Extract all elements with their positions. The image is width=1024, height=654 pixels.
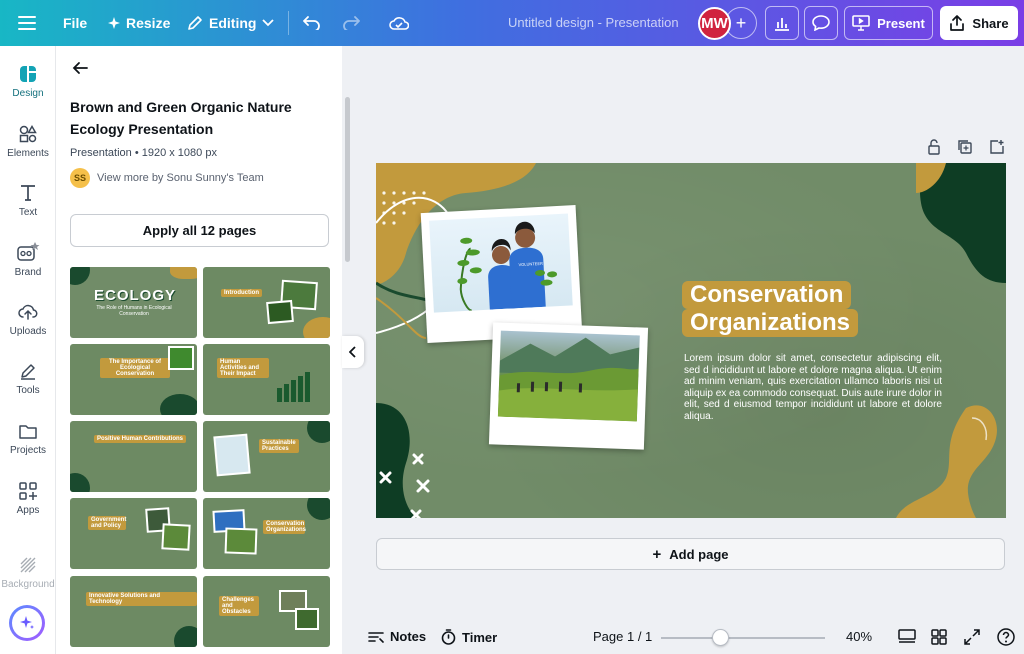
- rail-design[interactable]: Design: [0, 64, 56, 99]
- side-rail: Design Elements Text Brand Uploads Tools…: [0, 46, 56, 654]
- hamburger-icon: [18, 16, 36, 30]
- bar-chart-icon: [775, 18, 789, 31]
- template-title: Brown and Green Organic Nature Ecology P…: [70, 99, 292, 137]
- plus-icon: +: [652, 545, 662, 563]
- resize-button[interactable]: Resize: [108, 0, 170, 46]
- background-icon: [20, 557, 36, 573]
- template-page-thumb[interactable]: Sustainable Practices: [203, 421, 330, 492]
- magic-sparkle-icon: [20, 616, 34, 629]
- team-link[interactable]: SS View more by Sonu Sunny's Team: [70, 168, 264, 188]
- save-status-button[interactable]: [389, 0, 409, 46]
- cloud-check-icon: [389, 17, 409, 30]
- insights-button[interactable]: [765, 6, 799, 40]
- rail-tools[interactable]: Tools: [0, 361, 56, 396]
- pages-view-icon: [898, 629, 916, 643]
- rail-elements[interactable]: Elements: [0, 124, 56, 159]
- template-page-thumb[interactable]: Challenges and Obstacles: [203, 576, 330, 647]
- lock-icon[interactable]: [927, 139, 941, 155]
- undo-button[interactable]: [303, 0, 321, 46]
- zoom-slider-handle[interactable]: [712, 629, 729, 646]
- slide-body-text[interactable]: Lorem ipsum dolor sit amet, consectetur …: [684, 353, 942, 423]
- magic-assistant-button[interactable]: [9, 605, 45, 641]
- top-toolbar: File Resize Editing Untitled design - Pr…: [0, 0, 1024, 46]
- editing-mode-dropdown[interactable]: Editing: [187, 0, 275, 46]
- template-page-thumb[interactable]: The Importance of Ecological Conservatio…: [70, 344, 197, 415]
- landscape-photo[interactable]: [488, 322, 649, 450]
- projects-icon: [19, 425, 37, 439]
- rail-brand[interactable]: Brand: [0, 241, 56, 278]
- template-page-thumb[interactable]: Human Activities and Their Impact: [203, 344, 330, 415]
- plus-icon: +: [735, 12, 747, 33]
- share-button[interactable]: Share: [940, 6, 1018, 40]
- apps-icon: [19, 482, 37, 500]
- page-view-button[interactable]: [898, 629, 916, 645]
- rail-background[interactable]: Background: [0, 555, 56, 590]
- team-avatar: SS: [70, 168, 90, 188]
- slide-title[interactable]: Conservation Organizations: [682, 281, 859, 337]
- design-icon: [20, 66, 36, 82]
- pencil-icon: [188, 16, 202, 30]
- landscape-image: [497, 337, 640, 422]
- volunteers-image: VOLUNTEER: [457, 221, 558, 312]
- collapse-panel-button[interactable]: [342, 336, 364, 368]
- undo-icon: [303, 16, 320, 30]
- back-button[interactable]: [72, 60, 88, 81]
- add-page-icon[interactable]: [989, 139, 1005, 155]
- template-page-thumb[interactable]: ECOLOGY The Role of Humans in Ecological…: [70, 267, 197, 338]
- menu-button[interactable]: [18, 0, 36, 46]
- template-page-thumb[interactable]: Positive Human Contributions: [70, 421, 197, 492]
- rail-apps[interactable]: Apps: [0, 481, 56, 516]
- expand-icon: [964, 629, 980, 645]
- zoom-level[interactable]: 40%: [846, 629, 872, 644]
- template-page-thumb[interactable]: Conservation Organizations: [203, 498, 330, 569]
- timer-icon: [441, 629, 456, 645]
- help-icon: [997, 628, 1015, 646]
- chevron-left-icon: [349, 346, 356, 358]
- tools-icon: [21, 364, 35, 380]
- fullscreen-button[interactable]: [964, 629, 980, 645]
- template-page-thumb[interactable]: Innovative Solutions and Technology: [70, 576, 197, 647]
- elements-icon: [19, 125, 37, 143]
- duplicate-page-icon[interactable]: [957, 139, 973, 155]
- avatar[interactable]: MW: [698, 7, 731, 40]
- text-icon: [21, 185, 35, 201]
- arrow-left-icon: [72, 62, 88, 74]
- thumb-subtitle: The Role of Humans in Ecological Conserv…: [96, 305, 172, 317]
- page-actions: [927, 139, 1005, 155]
- zoom-slider[interactable]: [661, 637, 825, 639]
- slide-canvas[interactable]: VOLUNTEER Conservation Organizations Lor…: [376, 163, 1006, 518]
- brand-icon: [17, 242, 40, 261]
- separator: [288, 11, 289, 35]
- timer-button[interactable]: Timer: [441, 629, 497, 645]
- comments-button[interactable]: [804, 6, 838, 40]
- rail-text[interactable]: Text: [0, 183, 56, 218]
- apply-all-pages-button[interactable]: Apply all 12 pages: [70, 214, 329, 247]
- template-page-thumb[interactable]: Introduction: [203, 267, 330, 338]
- sparkle-icon: [108, 17, 120, 29]
- rail-uploads[interactable]: Uploads: [0, 302, 56, 337]
- thumb-title: ECOLOGY: [94, 287, 177, 304]
- upload-share-icon: [950, 15, 965, 31]
- grid-icon: [931, 629, 947, 645]
- redo-button[interactable]: [342, 0, 360, 46]
- redo-icon: [343, 16, 360, 30]
- help-button[interactable]: [997, 628, 1015, 646]
- page-indicator[interactable]: Page 1 / 1: [593, 629, 652, 644]
- present-button[interactable]: Present: [844, 6, 933, 40]
- comment-icon: [812, 15, 830, 31]
- file-menu[interactable]: File: [63, 0, 87, 46]
- uploads-icon: [18, 304, 38, 320]
- rail-projects[interactable]: Projects: [0, 421, 56, 456]
- grid-view-button[interactable]: [931, 629, 947, 645]
- template-meta: Presentation • 1920 x 1080 px: [70, 147, 217, 159]
- template-page-thumb[interactable]: Government and Policy: [70, 498, 197, 569]
- notes-button[interactable]: Notes: [368, 629, 426, 644]
- notes-icon: [368, 631, 384, 643]
- add-page-button[interactable]: + Add page: [376, 538, 1005, 570]
- present-icon: [852, 15, 870, 31]
- document-title[interactable]: Untitled design - Presentation: [508, 15, 679, 30]
- chevron-down-icon: [262, 19, 275, 27]
- panel-scrollbar[interactable]: [345, 97, 350, 262]
